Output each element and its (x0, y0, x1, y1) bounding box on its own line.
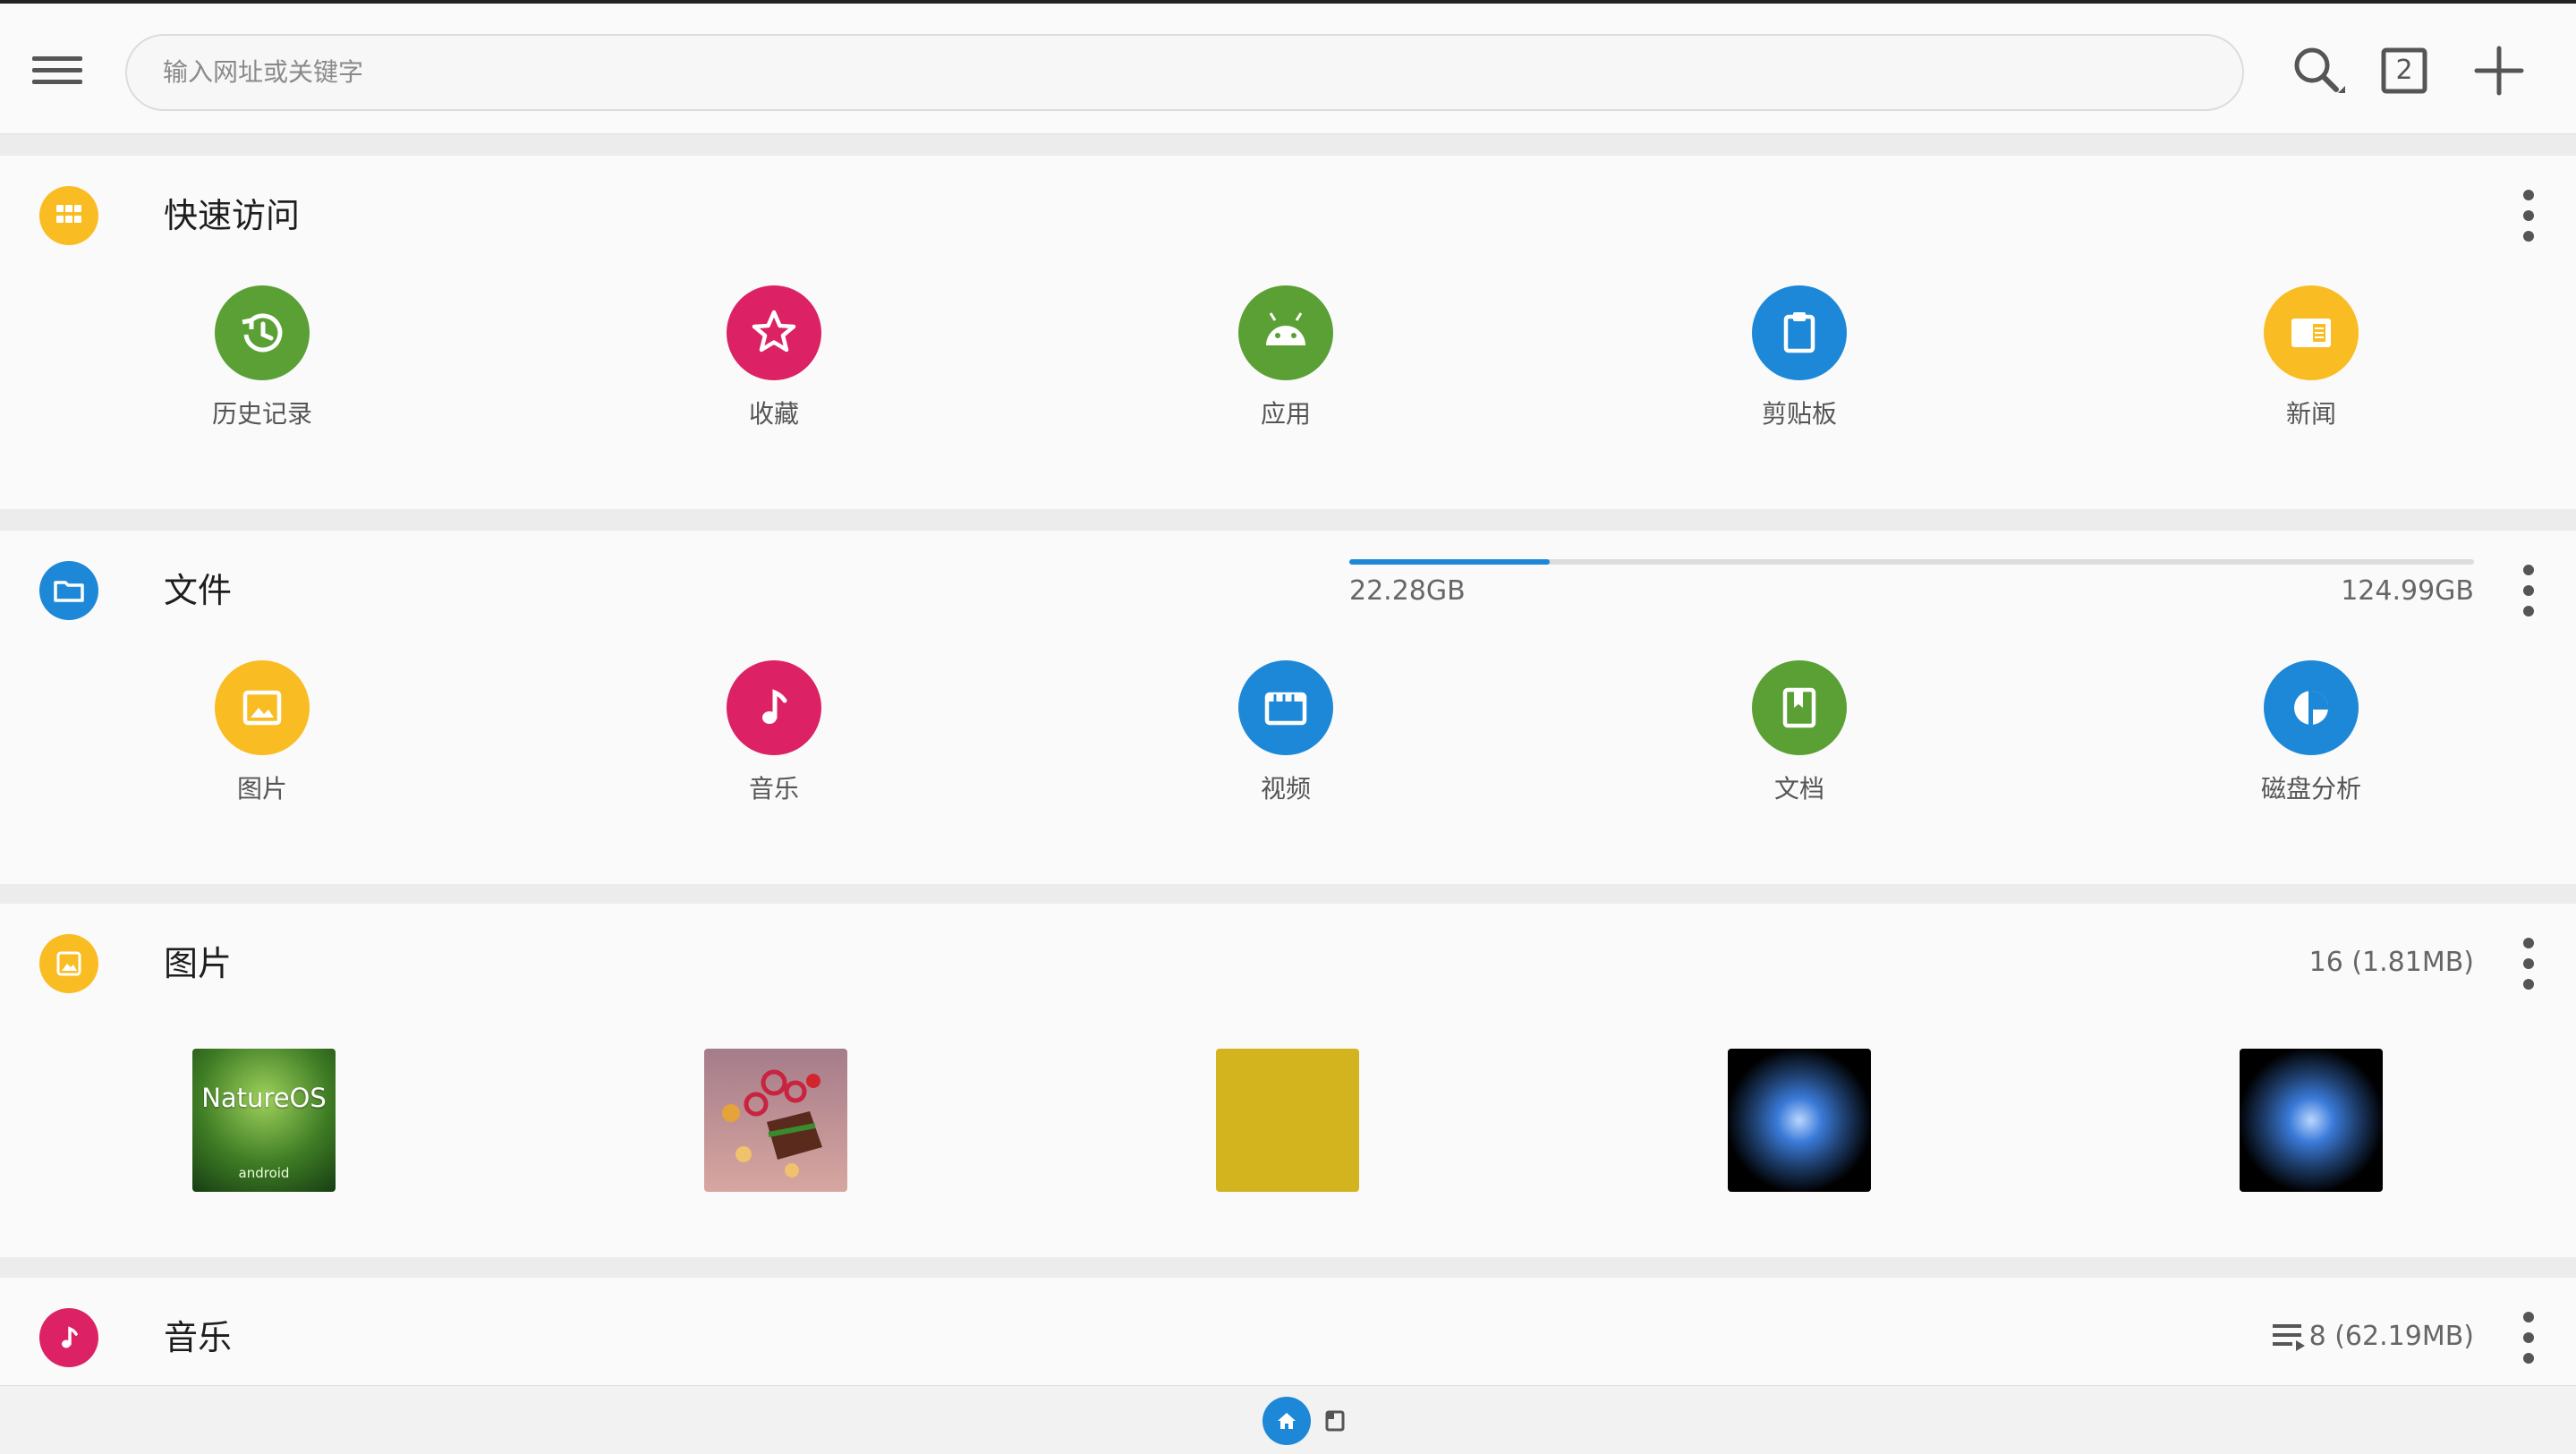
mustard-thumbnail[interactable] (1216, 1049, 1359, 1192)
search-icon[interactable] (2286, 39, 2349, 102)
quick-access-title: 快速访问 (164, 196, 301, 235)
image-icon (215, 660, 310, 755)
files-music-label: 音乐 (748, 774, 799, 804)
pie-chart-icon (2264, 660, 2359, 755)
blue-glow-thumbnail-2[interactable] (2240, 1049, 2383, 1192)
quick-news[interactable]: 新闻 (2204, 285, 2419, 429)
files-videos-label: 视频 (1260, 774, 1311, 804)
menu-icon[interactable] (32, 53, 82, 89)
files-music[interactable]: 音乐 (667, 660, 881, 804)
sweets-thumbnail[interactable] (704, 1049, 847, 1192)
quick-access-card: 快速访问 历史记录 收藏 应用 剪贴板 新闻 (0, 156, 2576, 509)
storage-progress-bar (1349, 559, 2474, 565)
video-icon (1238, 660, 1333, 755)
files-images-label: 图片 (236, 774, 287, 804)
files-videos[interactable]: 视频 (1178, 660, 1393, 804)
pictures-more-icon[interactable] (2514, 934, 2541, 993)
pictures-card: 图片 16 (1.81MB) NatureOS android (0, 904, 2576, 1257)
blue-glow-thumbnail-1[interactable] (1728, 1049, 1871, 1192)
quick-history[interactable]: 历史记录 (155, 285, 370, 429)
apps-grid-icon (39, 186, 98, 245)
pictures-title: 图片 (164, 944, 233, 983)
pictures-count: 16 (1.81MB) (2308, 947, 2474, 978)
folder-icon (39, 561, 98, 620)
home-icon (1278, 1413, 1296, 1429)
top-bar: 输入网址或关键字 2 (0, 0, 2576, 134)
files-more-icon[interactable] (2514, 561, 2541, 620)
sweets-illustration-graphic (722, 1069, 822, 1178)
quick-favorites-label: 收藏 (748, 399, 799, 429)
tab-switcher-button[interactable]: 2 (2373, 39, 2436, 102)
quick-access-more-icon[interactable] (2514, 186, 2541, 245)
natureos-thumbnail[interactable]: NatureOS android (192, 1049, 336, 1192)
image-icon (39, 934, 98, 993)
storage-used: 22.28GB (1349, 575, 1466, 607)
quick-apps-label: 应用 (1260, 399, 1311, 429)
clipboard-icon (1752, 285, 1847, 380)
files-images[interactable]: 图片 (155, 660, 370, 804)
files-documents-label: 文档 (1773, 774, 1824, 804)
music-title: 音乐 (164, 1318, 233, 1357)
music-note-icon (39, 1308, 98, 1367)
address-placeholder: 输入网址或关键字 (163, 57, 364, 87)
files-title: 文件 (164, 571, 233, 610)
bottom-bar (0, 1385, 2576, 1454)
quick-apps[interactable]: 应用 (1178, 285, 1393, 429)
files-card: 文件 22.28GB 124.99GB 图片 音乐 视频 文档 磁盘分析 (0, 531, 2576, 884)
page-icon[interactable] (1322, 1408, 1348, 1433)
natureos-wallpaper-subtext: android (238, 1165, 290, 1181)
star-icon (727, 285, 821, 380)
address-bar[interactable]: 输入网址或关键字 (125, 34, 2244, 111)
quick-history-label: 历史记录 (211, 399, 312, 429)
history-icon (215, 285, 310, 380)
storage-total: 124.99GB (2341, 575, 2474, 607)
android-icon (1238, 285, 1333, 380)
quick-news-label: 新闻 (2285, 399, 2336, 429)
quick-clipboard-label: 剪贴板 (1761, 399, 1837, 429)
music-more-icon[interactable] (2514, 1308, 2541, 1367)
files-disk-analysis-label: 磁盘分析 (2260, 774, 2361, 804)
storage-progress-fill (1349, 559, 1550, 565)
music-card: 音乐 8 (62.19MB) (0, 1278, 2576, 1385)
playlist-icon[interactable] (2269, 1317, 2308, 1356)
files-documents[interactable]: 文档 (1692, 660, 1907, 804)
music-note-icon (727, 660, 821, 755)
news-icon (2264, 285, 2359, 380)
files-disk-analysis[interactable]: 磁盘分析 (2204, 660, 2419, 804)
quick-clipboard[interactable]: 剪贴板 (1692, 285, 1907, 429)
music-count: 8 (62.19MB) (2308, 1321, 2474, 1352)
tab-count: 2 (2395, 55, 2413, 86)
natureos-wallpaper-text: NatureOS (201, 1083, 327, 1113)
document-icon (1752, 660, 1847, 755)
new-tab-plus-icon[interactable] (2468, 39, 2530, 102)
home-button[interactable] (1262, 1397, 1311, 1445)
quick-favorites[interactable]: 收藏 (667, 285, 881, 429)
